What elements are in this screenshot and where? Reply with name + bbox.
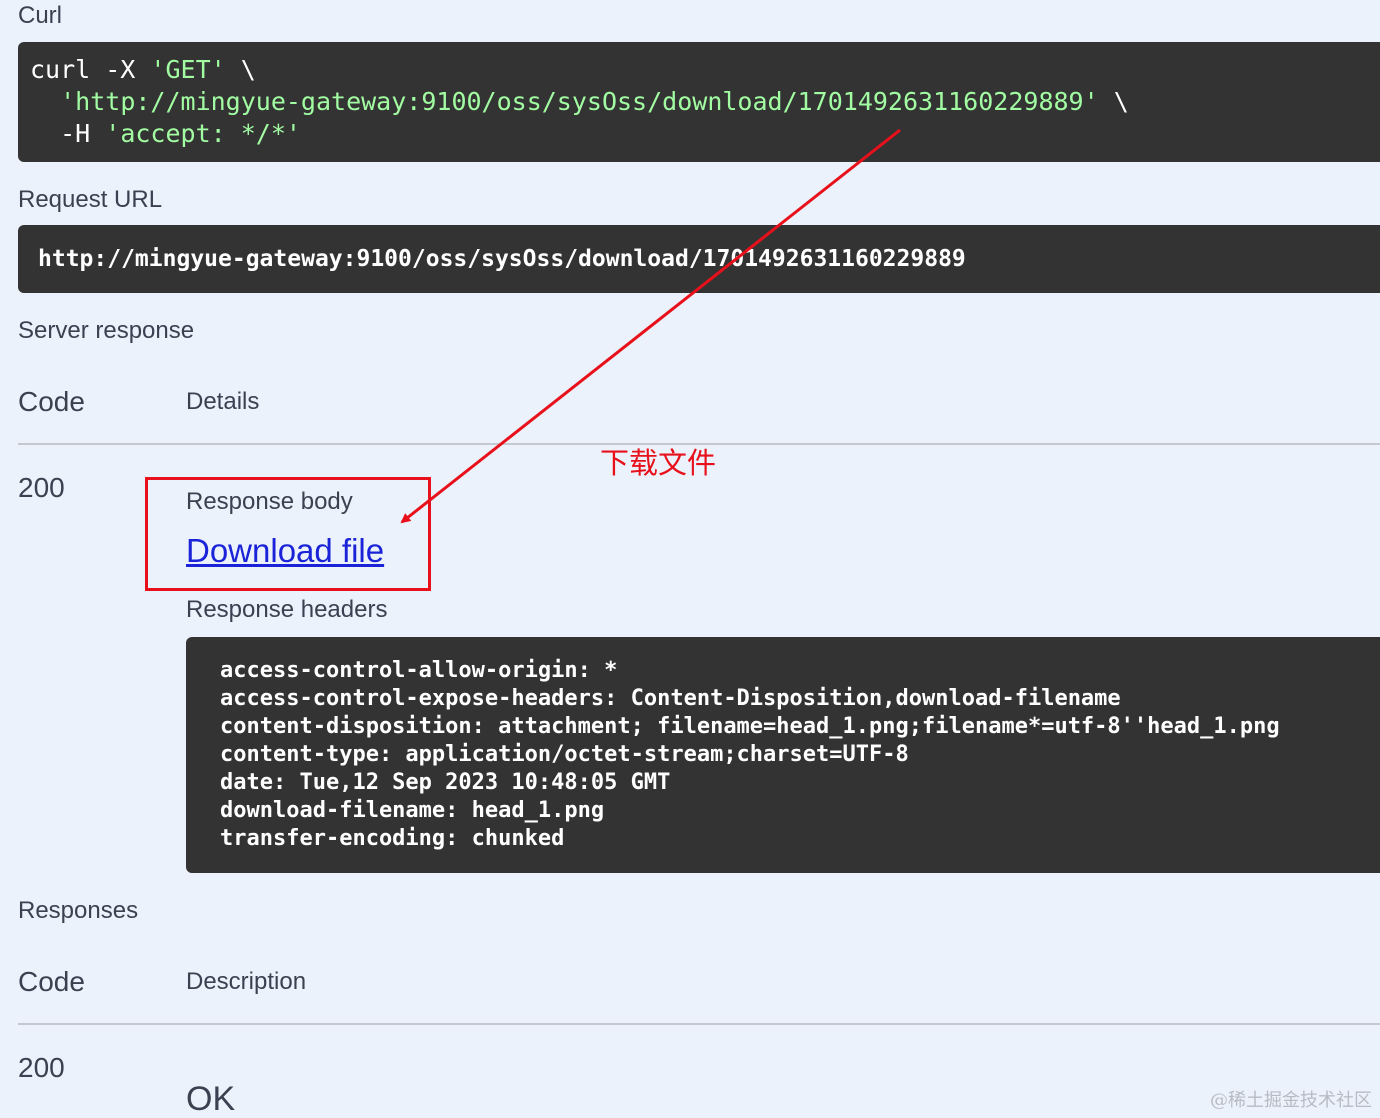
annotation-arrow-icon — [400, 128, 901, 524]
swagger-try-it-out-result: Curl curl -X 'GET' \ 'http://mingyue-gat… — [0, 0, 1380, 1118]
watermark: @稀土掘金技术社区 — [1210, 1090, 1372, 1111]
